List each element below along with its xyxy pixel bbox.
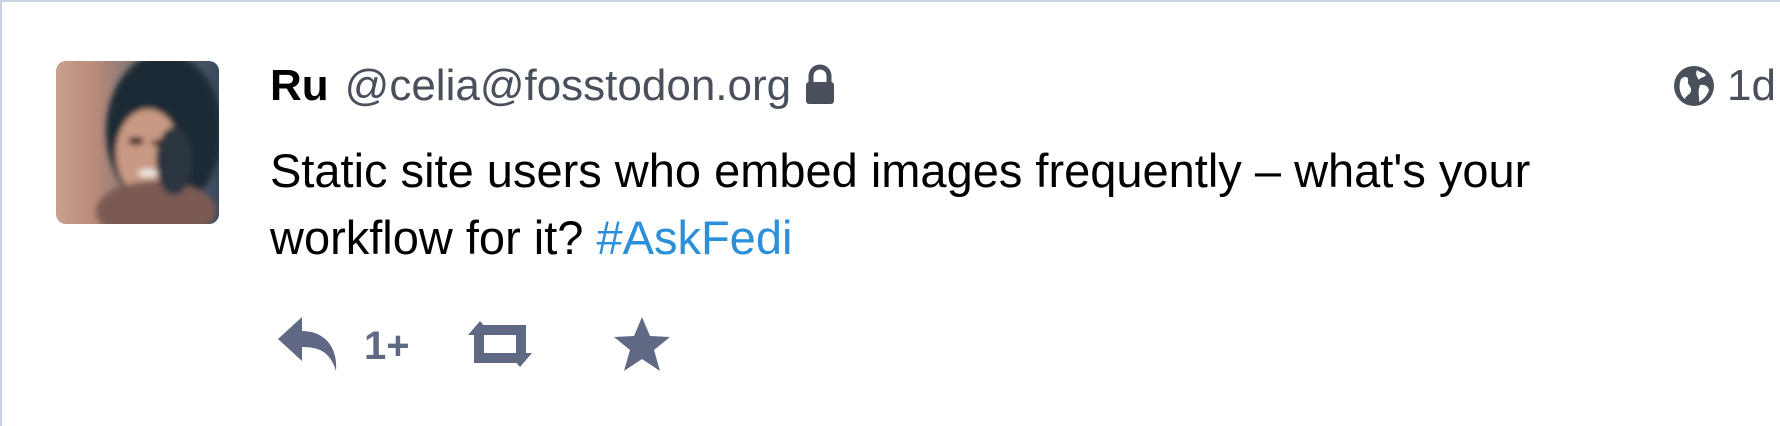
status-text: Static site users who embed images frequ… — [270, 144, 1531, 264]
status-meta: 1d — [1673, 58, 1780, 114]
status-card[interactable]: Ru @celia@fosstodon.org 1d Static site u… — [0, 0, 1780, 426]
favourite-button[interactable] — [612, 315, 672, 378]
avatar-image — [56, 61, 219, 224]
reply-button[interactable]: 1+ — [276, 313, 410, 380]
action-bar: 1+ — [276, 310, 672, 382]
star-icon — [612, 315, 672, 378]
globe-icon — [1673, 65, 1715, 107]
account-handle[interactable]: @celia@fosstodon.org — [345, 61, 791, 111]
reply-count: 1+ — [364, 323, 410, 368]
timestamp[interactable]: 1d — [1727, 61, 1780, 111]
lock-icon — [803, 64, 837, 108]
status-header: Ru @celia@fosstodon.org — [270, 58, 837, 114]
status-content: Static site users who embed images frequ… — [270, 137, 1710, 271]
boost-icon — [466, 319, 534, 374]
avatar[interactable] — [56, 61, 219, 224]
display-name[interactable]: Ru — [270, 61, 329, 111]
boost-button[interactable] — [466, 319, 534, 374]
hashtag-link[interactable]: #AskFedi — [596, 211, 792, 264]
reply-icon — [276, 313, 342, 380]
